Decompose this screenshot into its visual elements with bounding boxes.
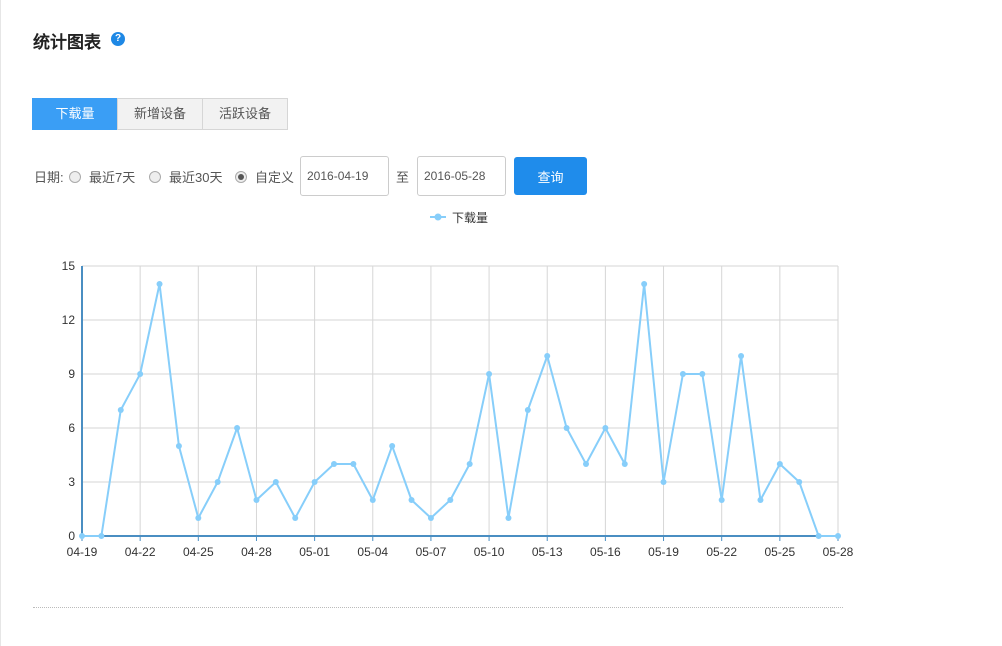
grid-lines	[81, 265, 839, 537]
download-chart: 下载量 0 3 6 9 12 15 04-19 04-22 04-25 04-28 05-01 05…	[62, 211, 854, 559]
radio-last-30-days[interactable]: 最近30天	[149, 167, 222, 186]
data-point	[195, 515, 202, 521]
radio-dot[interactable]	[69, 170, 81, 183]
data-point	[408, 497, 415, 503]
data-point	[272, 479, 279, 485]
data-point	[253, 497, 260, 503]
data-point	[738, 353, 745, 359]
data-point	[214, 479, 221, 485]
data-point	[447, 497, 454, 503]
x-tick-label: 05-19	[648, 545, 679, 559]
data-point	[679, 371, 686, 377]
y-tick-label: 12	[62, 313, 76, 327]
x-tick-label: 05-25	[764, 545, 795, 559]
data-point	[79, 533, 85, 539]
legend-marker	[434, 213, 442, 221]
data-point	[583, 461, 589, 467]
data-point	[699, 371, 706, 377]
data-point	[486, 371, 493, 377]
y-tick-label: 15	[62, 259, 76, 273]
data-point	[98, 533, 105, 539]
radio-custom[interactable]: 自定义	[235, 167, 294, 186]
data-point	[660, 479, 667, 485]
x-tick-label: 05-22	[706, 545, 737, 559]
to-label: 至	[396, 170, 410, 185]
data-point	[234, 425, 241, 431]
tab-bar: 下载量 新增设备 活跃设备	[32, 98, 288, 130]
data-point	[835, 533, 841, 539]
tab-new-devices[interactable]: 新增设备	[117, 98, 203, 130]
radio-label: 自定义	[255, 170, 295, 185]
data-point	[389, 443, 396, 449]
radio-label: 最近7天	[89, 170, 136, 185]
data-point	[369, 497, 376, 503]
data-point	[117, 407, 124, 413]
tab-downloads[interactable]: 下载量	[32, 98, 118, 130]
legend[interactable]: 下载量	[430, 211, 488, 225]
x-tick-label: 04-28	[241, 545, 272, 559]
series-line	[82, 283, 838, 537]
data-point	[796, 479, 803, 485]
data-point	[427, 515, 434, 521]
help-icon[interactable]: ?	[111, 32, 125, 46]
tab-active-devices[interactable]: 活跃设备	[202, 98, 288, 130]
x-tick-label: 05-10	[474, 545, 505, 559]
x-tick-label: 05-04	[357, 545, 388, 559]
data-point	[641, 281, 648, 287]
data-point	[563, 425, 570, 431]
date-filter: 日期: 最近7天 最近30天 自定义 至 查询	[34, 156, 634, 196]
x-axis-ticks: 04-19 04-22 04-25 04-28 05-01 05-04 05-07 05-10…	[67, 536, 854, 559]
data-point	[350, 461, 357, 467]
data-point	[718, 497, 725, 503]
data-point	[156, 281, 163, 287]
y-tick-label: 3	[68, 475, 75, 489]
data-point	[757, 497, 764, 503]
x-tick-label: 04-25	[183, 545, 214, 559]
x-tick-label: 05-28	[823, 545, 854, 559]
x-tick-label: 04-22	[125, 545, 156, 559]
data-point	[621, 461, 628, 467]
x-tick-label: 05-01	[299, 545, 330, 559]
page-title: 统计图表	[33, 33, 101, 52]
x-tick-label: 05-13	[532, 545, 563, 559]
legend-label: 下载量	[452, 211, 488, 225]
radio-last-7-days[interactable]: 最近7天	[69, 167, 135, 186]
divider	[33, 607, 843, 608]
end-date-input[interactable]	[417, 156, 506, 196]
axes	[81, 266, 838, 537]
data-point	[175, 443, 182, 449]
radio-dot-selected[interactable]	[235, 170, 247, 183]
data-point	[524, 407, 531, 413]
data-point	[776, 461, 783, 467]
y-tick-label: 0	[68, 529, 75, 543]
x-tick-label: 04-19	[67, 545, 98, 559]
radio-label: 最近30天	[169, 170, 223, 185]
start-date-input[interactable]	[300, 156, 389, 196]
x-tick-label: 05-16	[590, 545, 621, 559]
data-point	[137, 371, 144, 377]
y-tick-label: 9	[68, 367, 75, 381]
data-point	[292, 515, 299, 521]
query-button[interactable]: 查询	[514, 157, 587, 195]
data-point	[505, 515, 512, 521]
y-tick-label: 6	[68, 421, 75, 435]
data-point	[602, 425, 609, 431]
data-point	[466, 461, 473, 467]
data-point	[815, 533, 822, 539]
y-axis-ticks: 0 3 6 9 12 15	[62, 259, 76, 543]
date-label: 日期:	[34, 170, 64, 185]
x-tick-label: 05-07	[416, 545, 447, 559]
data-point	[331, 461, 337, 467]
radio-dot[interactable]	[149, 170, 161, 183]
data-point	[311, 479, 318, 485]
data-point	[544, 353, 551, 359]
